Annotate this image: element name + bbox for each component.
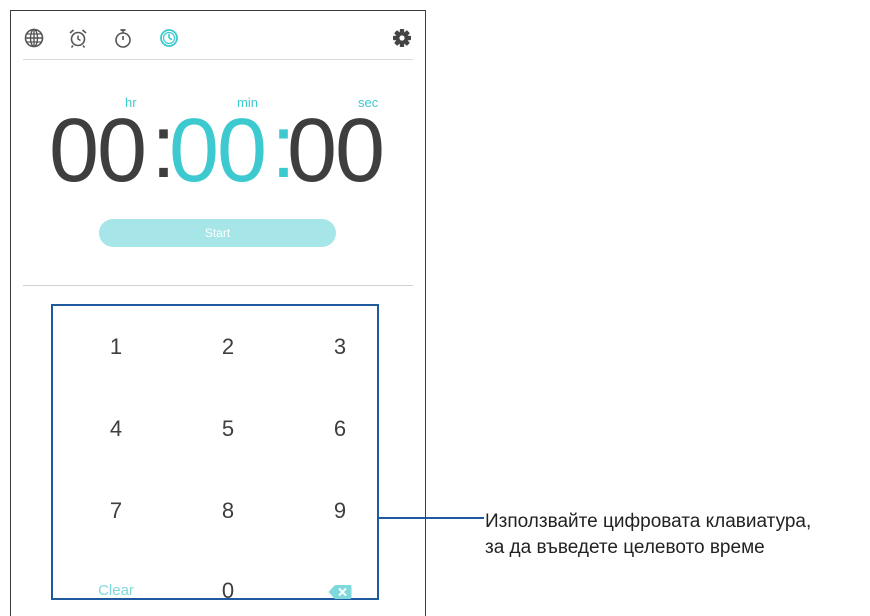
alarm-icon[interactable]	[67, 27, 89, 49]
key-2[interactable]: 2	[178, 327, 278, 367]
callout-line-2: за да въведете целевото време	[485, 537, 765, 558]
numeric-keypad: 1 2 3 4 5 6 7 8 9 Clear 0	[51, 304, 379, 603]
backspace-button[interactable]	[290, 571, 390, 611]
seconds-value[interactable]: 00	[287, 101, 385, 201]
minutes-value[interactable]: 00	[169, 101, 267, 201]
start-button[interactable]: Start	[99, 219, 336, 247]
stopwatch-icon[interactable]	[112, 27, 134, 49]
key-1[interactable]: 1	[66, 327, 166, 367]
key-7[interactable]: 7	[66, 491, 166, 531]
top-toolbar	[11, 11, 425, 59]
key-4[interactable]: 4	[66, 409, 166, 449]
timer-icon[interactable]	[158, 27, 180, 49]
timer-app-screen: hr min sec 00 : 00 : 00 Start 1 2 3 4 5 …	[10, 10, 426, 616]
callout-text: Използвайте цифровата клавиатура, за да …	[485, 509, 865, 561]
key-0[interactable]: 0	[178, 571, 278, 611]
settings-icon[interactable]	[391, 27, 413, 49]
key-8[interactable]: 8	[178, 491, 278, 531]
callout-line-1: Използвайте цифровата клавиатура,	[485, 511, 812, 532]
clear-button[interactable]: Clear	[66, 571, 166, 611]
toolbar-divider	[23, 59, 413, 60]
hours-value[interactable]: 00	[49, 101, 147, 201]
world-clock-icon[interactable]	[23, 27, 45, 49]
key-5[interactable]: 5	[178, 409, 278, 449]
backspace-icon	[328, 585, 352, 600]
callout-line	[379, 517, 484, 519]
key-6[interactable]: 6	[290, 409, 390, 449]
timer-display: 00 : 00 : 00	[11, 101, 425, 201]
key-3[interactable]: 3	[290, 327, 390, 367]
key-9[interactable]: 9	[290, 491, 390, 531]
keypad-divider	[23, 285, 413, 286]
